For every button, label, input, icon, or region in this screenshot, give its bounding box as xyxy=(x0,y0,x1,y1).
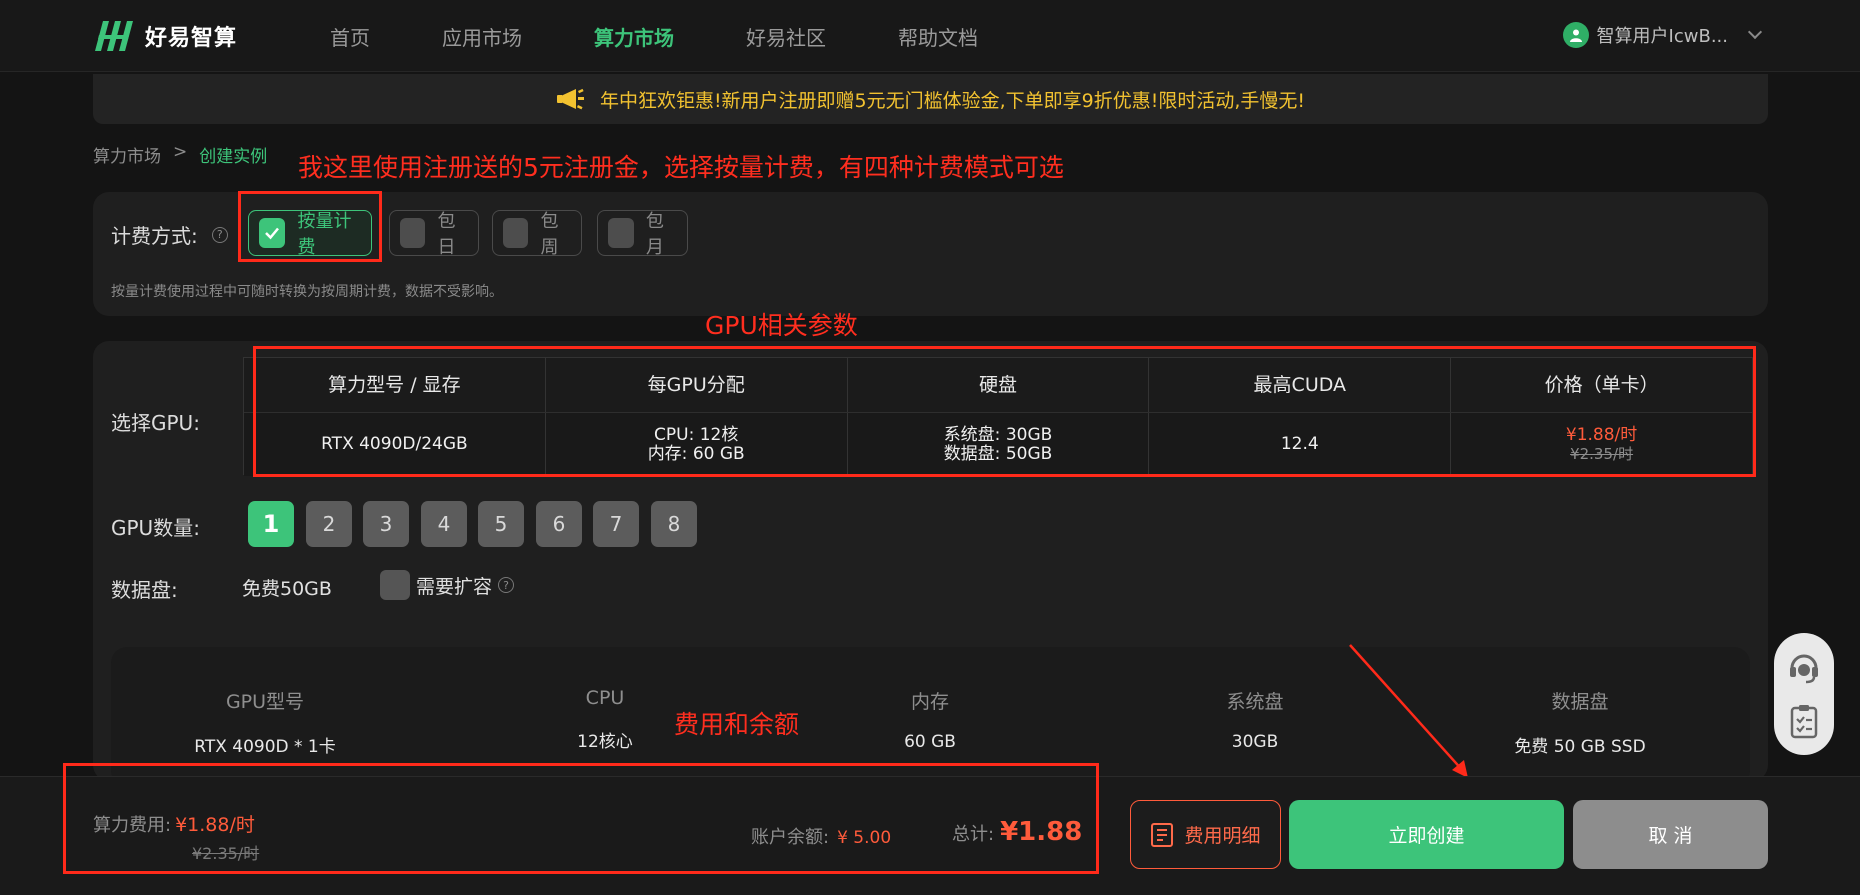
checkbox xyxy=(400,218,426,248)
expand-disk-toggle[interactable]: 需要扩容 ? xyxy=(380,570,515,600)
breadcrumb-separator: > xyxy=(173,142,188,162)
billing-option-label: 包月 xyxy=(645,211,664,258)
receipt-icon xyxy=(1151,822,1174,847)
billing-option-weekly[interactable]: 包周 xyxy=(492,210,582,258)
data-disk-label: 数据盘: xyxy=(111,578,178,602)
summary-value: 60 GB xyxy=(904,732,956,752)
nav-item-help-docs[interactable]: 帮助文档 xyxy=(898,22,978,51)
breadcrumb-current: 创建实例 xyxy=(199,147,268,167)
billing-option-monthly[interactable]: 包月 xyxy=(597,210,688,258)
brand-name: 好易智算 xyxy=(145,26,238,51)
billing-note: 按量计费使用过程中可随时转换为按周期计费，数据不受影响。 xyxy=(111,284,503,300)
billing-option-label: 包日 xyxy=(437,211,456,258)
checkbox xyxy=(608,218,634,248)
summary-data-disk: 数据盘 免费 50 GB SSD xyxy=(1470,687,1690,757)
help-icon[interactable]: ? xyxy=(211,226,228,243)
gpu-select-label: 选择GPU: xyxy=(111,411,200,435)
gpu-count-option-6[interactable]: 6 xyxy=(536,501,582,547)
summary-value: RTX 4090D * 1卡 xyxy=(194,737,336,757)
customer-service-icon[interactable] xyxy=(1786,650,1822,686)
checkbox xyxy=(503,218,529,248)
gpu-count-option-7[interactable]: 7 xyxy=(593,501,639,547)
gpu-count-option-3[interactable]: 3 xyxy=(363,501,409,547)
annotation-box-gpu xyxy=(253,346,1756,477)
summary-system-disk: 系统盘 30GB xyxy=(1145,687,1365,752)
annotation-gpu: GPU相关参数 xyxy=(705,311,858,340)
brand-logo[interactable]: 好易智算 xyxy=(93,18,237,54)
user-icon xyxy=(1569,29,1582,42)
banner-text: 年中狂欢钜惠!新用户注册即赠5元无门槛体验金,下单即享9折优惠!限时活动,手慢无… xyxy=(599,89,1306,112)
billing-label-group: 计费方式: ? xyxy=(111,220,228,249)
help-icon[interactable]: ? xyxy=(498,577,515,593)
user-name: 智算用户IcwB... xyxy=(1596,26,1728,47)
checkbox xyxy=(380,570,410,600)
summary-key: 内存 xyxy=(910,691,949,713)
promo-banner: 年中狂欢钜惠!新用户注册即赠5元无门槛体验金,下单即享9折优惠!限时活动,手慢无… xyxy=(93,74,1768,124)
breadcrumb-parent[interactable]: 算力市场 xyxy=(93,142,161,167)
summary-key: GPU型号 xyxy=(225,691,305,713)
annotation-box-fees xyxy=(63,763,1099,874)
gpu-count-option-8[interactable]: 8 xyxy=(651,501,697,547)
annotation-box-billing xyxy=(238,191,382,262)
data-disk-value: 免费50GB xyxy=(242,578,332,600)
summary-memory: 内存 60 GB xyxy=(820,687,1040,752)
nav-item-community[interactable]: 好易社区 xyxy=(746,22,826,51)
logo-mark-icon xyxy=(95,21,133,51)
expand-disk-label: 需要扩容 xyxy=(416,575,493,598)
breadcrumb: 算力市场 > 创建实例 xyxy=(93,142,267,167)
cancel-button[interactable]: 取 消 xyxy=(1573,800,1768,869)
summary-key: 数据盘 xyxy=(1551,691,1609,713)
avatar xyxy=(1562,22,1589,48)
fee-detail-label: 费用明细 xyxy=(1184,825,1261,847)
top-navbar: 好易智算 首页 应用市场 算力市场 好易社区 帮助文档 智算用户IcwB... xyxy=(0,0,1860,72)
create-now-button[interactable]: 立即创建 xyxy=(1289,800,1564,869)
chevron-down-icon xyxy=(1747,24,1763,40)
billing-option-daily[interactable]: 包日 xyxy=(389,210,479,258)
user-menu[interactable]: 智算用户IcwB... xyxy=(1562,22,1763,48)
summary-value: 30GB xyxy=(1231,732,1279,752)
gpu-count-label: GPU数量: xyxy=(111,516,200,540)
summary-value: 免费 50 GB SSD xyxy=(1514,737,1646,757)
gpu-count-option-2[interactable]: 2 xyxy=(306,501,352,547)
annotation-arrow-icon xyxy=(1349,644,1468,778)
nav-item-app-market[interactable]: 应用市场 xyxy=(442,22,522,51)
fee-detail-button[interactable]: 费用明细 xyxy=(1130,800,1281,869)
annotation-fees: 费用和余额 xyxy=(674,710,800,739)
billing-label: 计费方式: xyxy=(111,224,198,248)
gpu-count-option-4[interactable]: 4 xyxy=(421,501,467,547)
gpu-count-option-1[interactable]: 1 xyxy=(248,501,294,547)
clipboard-icon[interactable] xyxy=(1788,703,1820,739)
nav-item-compute-market[interactable]: 算力市场 xyxy=(594,22,674,51)
floating-helper xyxy=(1774,633,1834,755)
summary-key: 系统盘 xyxy=(1226,691,1284,713)
nav-item-home[interactable]: 首页 xyxy=(330,22,370,51)
summary-gpu: GPU型号 RTX 4090D * 1卡 xyxy=(155,687,375,757)
main-nav: 首页 应用市场 算力市场 好易社区 帮助文档 xyxy=(330,0,1050,72)
annotation-billing: 我这里使用注册送的5元注册金，选择按量计费，有四种计费模式可选 xyxy=(298,153,1064,182)
billing-option-label: 包周 xyxy=(540,211,559,258)
gpu-count-option-5[interactable]: 5 xyxy=(478,501,524,547)
megaphone-icon xyxy=(556,88,584,110)
